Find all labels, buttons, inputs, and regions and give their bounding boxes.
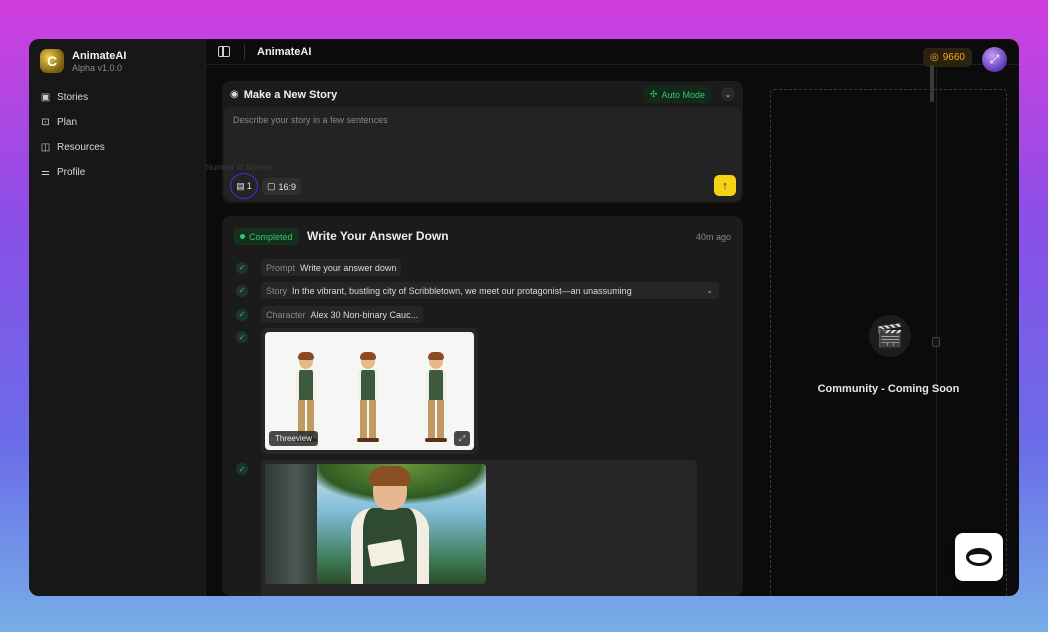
prompt-row: ✓ Prompt Write your answer down <box>236 259 402 276</box>
clapperboard-icon: 🎬 <box>869 315 911 357</box>
chat-widget-icon <box>966 548 992 566</box>
story-row: ✓ Story In the vibrant, bustling city of… <box>236 282 719 299</box>
sidebar-item-resources[interactable]: ◫ Resources <box>29 135 205 160</box>
chevron-down-icon: ⌄ <box>706 286 713 295</box>
story-feed: ◉ Make a New Story ✣ Auto Mode ⌄ Number … <box>206 65 759 596</box>
prompt-value: Write your answer down <box>300 262 397 273</box>
image-row-2: ✓ <box>236 463 261 475</box>
check-icon: ✓ <box>236 261 248 274</box>
film-icon: ▤ <box>236 180 245 191</box>
character-figure <box>295 352 317 442</box>
character-figure <box>425 352 447 442</box>
story-pill[interactable]: Story In the vibrant, bustling city of S… <box>261 282 719 299</box>
story-value: In the vibrant, bustling city of Scribbl… <box>292 285 632 296</box>
sidebar-item-stories[interactable]: ▣ Stories <box>29 85 205 110</box>
sidebar-item-label: Resources <box>57 142 105 153</box>
arrow-up-icon: ↑ <box>722 179 728 192</box>
app-version: Alpha v1.0.0 <box>72 62 123 73</box>
threeview-image: Threeview ⤢ <box>265 332 474 450</box>
prompt-key: Prompt <box>266 262 296 273</box>
app-window: C AnimateAI Alpha v1.0.0 ▣ Stories ⊡ Pla… <box>29 39 1019 596</box>
scene-count-button[interactable]: ▤ 1 <box>230 173 258 199</box>
threeview-image-container[interactable]: Threeview ⤢ <box>261 328 478 454</box>
check-icon: ✓ <box>236 284 248 297</box>
character-figure <box>357 352 379 442</box>
scene-image <box>265 464 486 584</box>
status-dot-icon <box>240 234 245 239</box>
new-story-title: Make a New Story <box>243 88 338 101</box>
book-icon: ◫ <box>40 142 51 153</box>
prompt-pill: Prompt Write your answer down <box>261 259 402 276</box>
story-timestamp: 40m ago <box>695 232 731 242</box>
community-panel: 🎬 Community - Coming Soon <box>770 89 1007 596</box>
sidebar-item-plan[interactable]: ⊡ Plan <box>29 110 205 135</box>
fan-icon: ✣ <box>649 89 658 99</box>
sidebar-item-label: Plan <box>57 117 78 128</box>
story-prompt-input[interactable] <box>224 107 741 133</box>
scene-image-container[interactable] <box>261 460 697 596</box>
aspect-ratio-label: 16:9 <box>278 181 297 192</box>
character-value: Alex 30 Non-binary Cauc... <box>310 309 419 320</box>
top-bar: AnimateAI ◎ 9660 ⤢ <box>206 39 1019 72</box>
sidebar: C AnimateAI Alpha v1.0.0 ▣ Stories ⊡ Pla… <box>29 39 206 596</box>
auto-mode-label: Auto Mode <box>661 89 705 100</box>
divider <box>244 43 245 60</box>
status-badge: Completed <box>234 228 299 245</box>
status-label: Completed <box>249 231 293 242</box>
check-icon: ✓ <box>236 308 248 321</box>
app-logo-icon: C <box>40 49 64 73</box>
story-title: Write Your Answer Down <box>307 229 449 243</box>
sliders-icon: ⚌ <box>41 167 50 178</box>
character-key: Character <box>266 309 306 320</box>
send-button[interactable]: ↑ <box>714 175 736 196</box>
credits-count: 9660 <box>942 52 965 63</box>
app-name: AnimateAI <box>72 49 127 62</box>
community-label: Community - Coming Soon <box>817 383 960 395</box>
page-title: AnimateAI <box>257 45 312 58</box>
character-pill[interactable]: Character Alex 30 Non-binary Cauc... <box>261 306 424 323</box>
sidebar-item-profile[interactable]: ⚌ Profile <box>29 160 205 185</box>
aspect-ratio-button[interactable]: ▢ 16:9 <box>262 178 302 195</box>
image-label: Threeview <box>269 431 318 446</box>
expand-icon[interactable]: ⤢ <box>454 431 470 446</box>
character-row: ✓ Character Alex 30 Non-binary Cauc... <box>236 306 424 323</box>
chevron-down-icon[interactable]: ⌄ <box>721 87 735 101</box>
sidebar-toggle-icon[interactable] <box>218 46 230 57</box>
image-icon: ▣ <box>40 92 51 103</box>
briefcase-icon: ⊡ <box>41 117 50 128</box>
scene-count: 1 <box>246 181 252 191</box>
sidebar-item-label: Profile <box>57 167 86 178</box>
square-icon: ▢ <box>267 181 276 191</box>
coins-icon: ◎ <box>930 52 939 63</box>
check-icon: ✓ <box>236 463 248 475</box>
check-icon: ✓ <box>236 331 248 343</box>
sparkle-icon: ◉ <box>230 89 239 100</box>
image-row-1: ✓ <box>236 331 261 343</box>
prompt-box: Number of Scenes ▤ 1 ▢ 16:9 ↑ <box>206 107 741 201</box>
new-story-card: ◉ Make a New Story ✣ Auto Mode ⌄ Number … <box>206 81 743 203</box>
brand[interactable]: C AnimateAI Alpha v1.0.0 <box>29 49 205 73</box>
auto-mode-button[interactable]: ✣ Auto Mode <box>643 86 711 103</box>
scene-count-tooltip: Number of Scenes <box>206 163 273 172</box>
story-card[interactable]: Completed Write Your Answer Down 40m ago… <box>222 216 743 596</box>
chat-widget-button[interactable] <box>955 533 1003 581</box>
story-key: Story <box>266 285 288 296</box>
sidebar-item-label: Stories <box>57 92 89 103</box>
